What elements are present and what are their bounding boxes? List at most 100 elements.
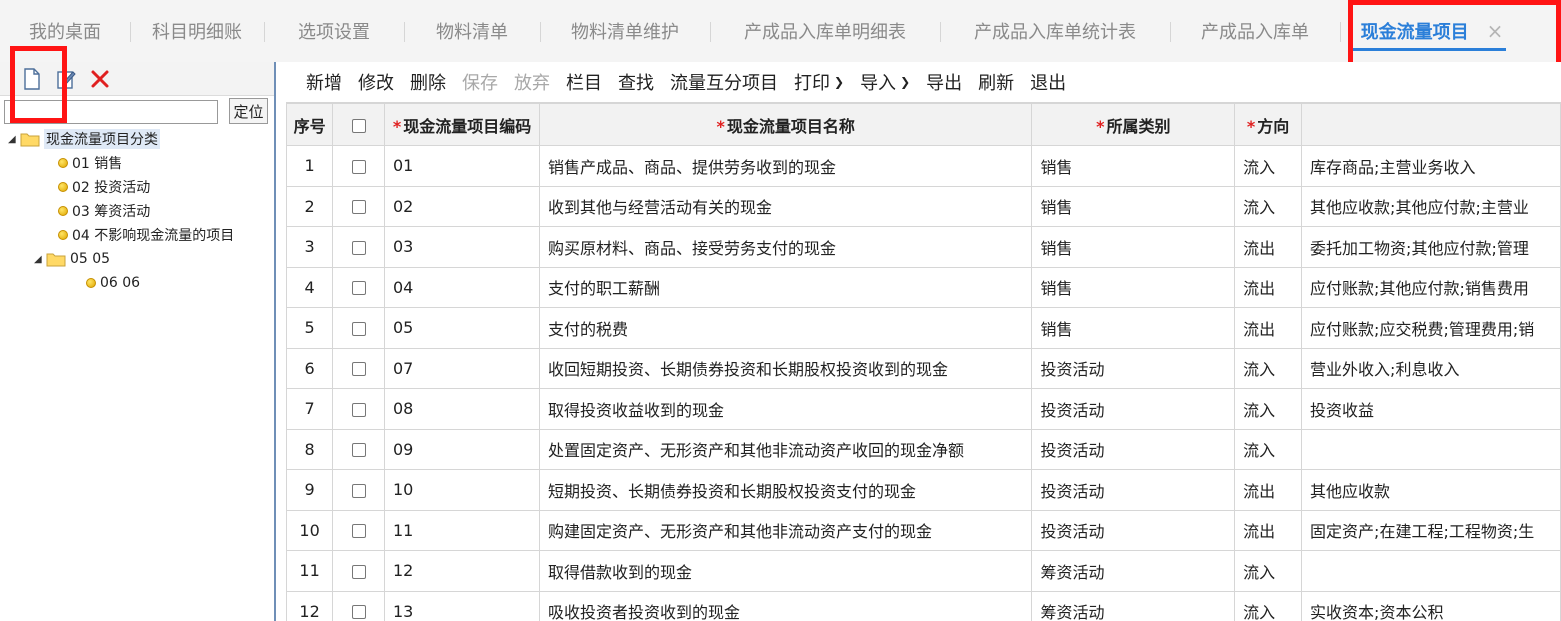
cell-category[interactable]: 销售 bbox=[1031, 185, 1236, 227]
cell-seq[interactable]: 10 bbox=[286, 509, 334, 551]
cell-code[interactable]: 13 bbox=[383, 590, 541, 621]
cell-checkbox[interactable] bbox=[332, 388, 385, 430]
edit-button[interactable]: 修改 bbox=[358, 69, 394, 95]
locate-button[interactable]: 定位 bbox=[229, 98, 268, 124]
table-row[interactable]: 10 11 购建固定资产、无形资产和其他非流动资产支付的现金 投资活动 流出 固定资产;在… bbox=[286, 509, 1561, 551]
cell-category[interactable]: 投资活动 bbox=[1031, 388, 1236, 430]
row-checkbox[interactable] bbox=[351, 402, 366, 417]
row-checkbox[interactable] bbox=[351, 159, 366, 174]
cell-code[interactable]: 05 bbox=[383, 307, 541, 349]
cell-subjects[interactable]: 应付账款;应交税费;管理费用;销 bbox=[1301, 307, 1561, 349]
cell-seq[interactable]: 5 bbox=[286, 307, 334, 349]
cell-category[interactable]: 投资活动 bbox=[1031, 347, 1236, 389]
cell-category[interactable]: 投资活动 bbox=[1031, 469, 1236, 511]
cell-checkbox[interactable] bbox=[332, 226, 385, 268]
row-checkbox[interactable] bbox=[351, 524, 366, 539]
tree-item-no-impact[interactable]: 04 不影响现金流量的项目 bbox=[58, 224, 234, 246]
table-row[interactable]: 3 03 购买原材料、商品、接受劳务支付的现金 销售 流出 委托加工物资;其他应付款;管理 bbox=[286, 226, 1561, 268]
tab-subject-ledger[interactable]: 科目明细账 bbox=[130, 0, 264, 62]
table-row[interactable]: 11 12 取得借款收到的现金 筹资活动 流入 bbox=[286, 550, 1561, 592]
cell-direction[interactable]: 流出 bbox=[1234, 266, 1303, 308]
tree-root[interactable]: ◢ 现金流量项目分类 bbox=[8, 128, 160, 150]
cell-direction[interactable]: 流入 bbox=[1234, 145, 1303, 187]
cell-code[interactable]: 02 bbox=[383, 185, 541, 227]
row-checkbox[interactable] bbox=[351, 605, 366, 620]
cell-category[interactable]: 筹资活动 bbox=[1031, 590, 1236, 621]
cell-name[interactable]: 支付的职工薪酬 bbox=[539, 266, 1033, 308]
table-row[interactable]: 5 05 支付的税费 销售 流出 应付账款;应交税费;管理费用;销 bbox=[286, 307, 1561, 349]
save-button[interactable]: 保存 bbox=[462, 69, 498, 95]
row-checkbox[interactable] bbox=[351, 240, 366, 255]
cell-code[interactable]: 10 bbox=[383, 469, 541, 511]
cell-direction[interactable]: 流入 bbox=[1234, 550, 1303, 592]
row-checkbox[interactable] bbox=[351, 200, 366, 215]
cell-name[interactable]: 支付的税费 bbox=[539, 307, 1033, 349]
cell-direction[interactable]: 流入 bbox=[1234, 590, 1303, 621]
header-category[interactable]: * 所属类别 bbox=[1031, 103, 1236, 146]
tree-item-financing[interactable]: 03 筹资活动 bbox=[58, 200, 150, 222]
discard-button[interactable]: 放弃 bbox=[514, 69, 550, 95]
collapse-caret-icon[interactable]: ◢ bbox=[8, 134, 20, 145]
cell-subjects[interactable]: 其他应收款 bbox=[1301, 469, 1561, 511]
cell-category[interactable]: 销售 bbox=[1031, 307, 1236, 349]
cell-checkbox[interactable] bbox=[332, 307, 385, 349]
flow-mapping-button[interactable]: 流量互分项目 bbox=[670, 69, 778, 95]
cell-direction[interactable]: 流入 bbox=[1234, 347, 1303, 389]
tab-finished-goods-detail[interactable]: 产成品入库单明细表 bbox=[710, 0, 940, 62]
refresh-button[interactable]: 刷新 bbox=[978, 69, 1014, 95]
cell-category[interactable]: 销售 bbox=[1031, 145, 1236, 187]
cell-name[interactable]: 收到其他与经营活动有关的现金 bbox=[539, 185, 1033, 227]
table-row[interactable]: 9 10 短期投资、长期债券投资和长期股权投资支付的现金 投资活动 流出 其他应收款 bbox=[286, 469, 1561, 511]
collapse-caret-icon[interactable]: ◢ bbox=[34, 254, 46, 265]
cell-subjects[interactable]: 应付账款;其他应付款;销售费用 bbox=[1301, 266, 1561, 308]
cell-name[interactable]: 短期投资、长期债券投资和长期股权投资支付的现金 bbox=[539, 469, 1033, 511]
export-button[interactable]: 导出 bbox=[926, 69, 962, 95]
cell-seq[interactable]: 8 bbox=[286, 428, 334, 470]
cell-checkbox[interactable] bbox=[332, 509, 385, 551]
cell-seq[interactable]: 9 bbox=[286, 469, 334, 511]
cell-name[interactable]: 购建固定资产、无形资产和其他非流动资产支付的现金 bbox=[539, 509, 1033, 551]
cell-name[interactable]: 取得借款收到的现金 bbox=[539, 550, 1033, 592]
tree-item-05[interactable]: ◢ 05 05 bbox=[34, 248, 110, 270]
tab-bom-maintenance[interactable]: 物料清单维护 bbox=[540, 0, 710, 62]
cell-subjects[interactable]: 固定资产;在建工程;工程物资;生 bbox=[1301, 509, 1561, 551]
header-select-all[interactable] bbox=[332, 103, 385, 146]
exit-button[interactable]: 退出 bbox=[1030, 69, 1066, 95]
table-row[interactable]: 6 07 收回短期投资、长期债券投资和长期股权投资收到的现金 投资活动 流入 营业外收入;… bbox=[286, 347, 1561, 389]
cell-name[interactable]: 销售产成品、商品、提供劳务收到的现金 bbox=[539, 145, 1033, 187]
cell-direction[interactable]: 流入 bbox=[1234, 185, 1303, 227]
table-row[interactable]: 12 13 吸收投资者投资收到的现金 筹资活动 流入 实收资本;资本公积 bbox=[286, 590, 1561, 621]
cell-code[interactable]: 09 bbox=[383, 428, 541, 470]
cell-subjects[interactable]: 实收资本;资本公积 bbox=[1301, 590, 1561, 621]
panel-splitter[interactable] bbox=[274, 62, 276, 621]
cell-checkbox[interactable] bbox=[332, 469, 385, 511]
cell-category[interactable]: 投资活动 bbox=[1031, 509, 1236, 551]
cell-direction[interactable]: 流出 bbox=[1234, 226, 1303, 268]
tree-item-investment[interactable]: 02 投资活动 bbox=[58, 176, 150, 198]
cell-code[interactable]: 08 bbox=[383, 388, 541, 430]
cell-seq[interactable]: 11 bbox=[286, 550, 334, 592]
header-seq[interactable]: 序号 bbox=[286, 103, 334, 146]
cell-code[interactable]: 03 bbox=[383, 226, 541, 268]
cell-category[interactable]: 投资活动 bbox=[1031, 428, 1236, 470]
header-name[interactable]: * 现金流量项目名称 bbox=[539, 103, 1033, 146]
cell-checkbox[interactable] bbox=[332, 145, 385, 187]
cell-direction[interactable]: 流入 bbox=[1234, 428, 1303, 470]
tree-item-06[interactable]: 06 06 bbox=[86, 272, 140, 294]
add-button[interactable]: 新增 bbox=[306, 69, 342, 95]
cell-checkbox[interactable] bbox=[332, 550, 385, 592]
cell-subjects[interactable]: 投资收益 bbox=[1301, 388, 1561, 430]
table-row[interactable]: 4 04 支付的职工薪酬 销售 流出 应付账款;其他应付款;销售费用 bbox=[286, 266, 1561, 308]
row-checkbox[interactable] bbox=[351, 443, 366, 458]
header-code[interactable]: * 现金流量项目编码 bbox=[383, 103, 541, 146]
cell-checkbox[interactable] bbox=[332, 590, 385, 621]
row-checkbox[interactable] bbox=[351, 362, 366, 377]
row-checkbox[interactable] bbox=[351, 281, 366, 296]
cell-direction[interactable]: 流出 bbox=[1234, 509, 1303, 551]
cell-code[interactable]: 12 bbox=[383, 550, 541, 592]
delete-icon[interactable] bbox=[90, 68, 110, 90]
cell-subjects[interactable]: 其他应收款;其他应付款;主营业 bbox=[1301, 185, 1561, 227]
cell-direction[interactable]: 流出 bbox=[1234, 307, 1303, 349]
cell-name[interactable]: 收回短期投资、长期债券投资和长期股权投资收到的现金 bbox=[539, 347, 1033, 389]
cell-name[interactable]: 处置固定资产、无形资产和其他非流动资产收回的现金净额 bbox=[539, 428, 1033, 470]
